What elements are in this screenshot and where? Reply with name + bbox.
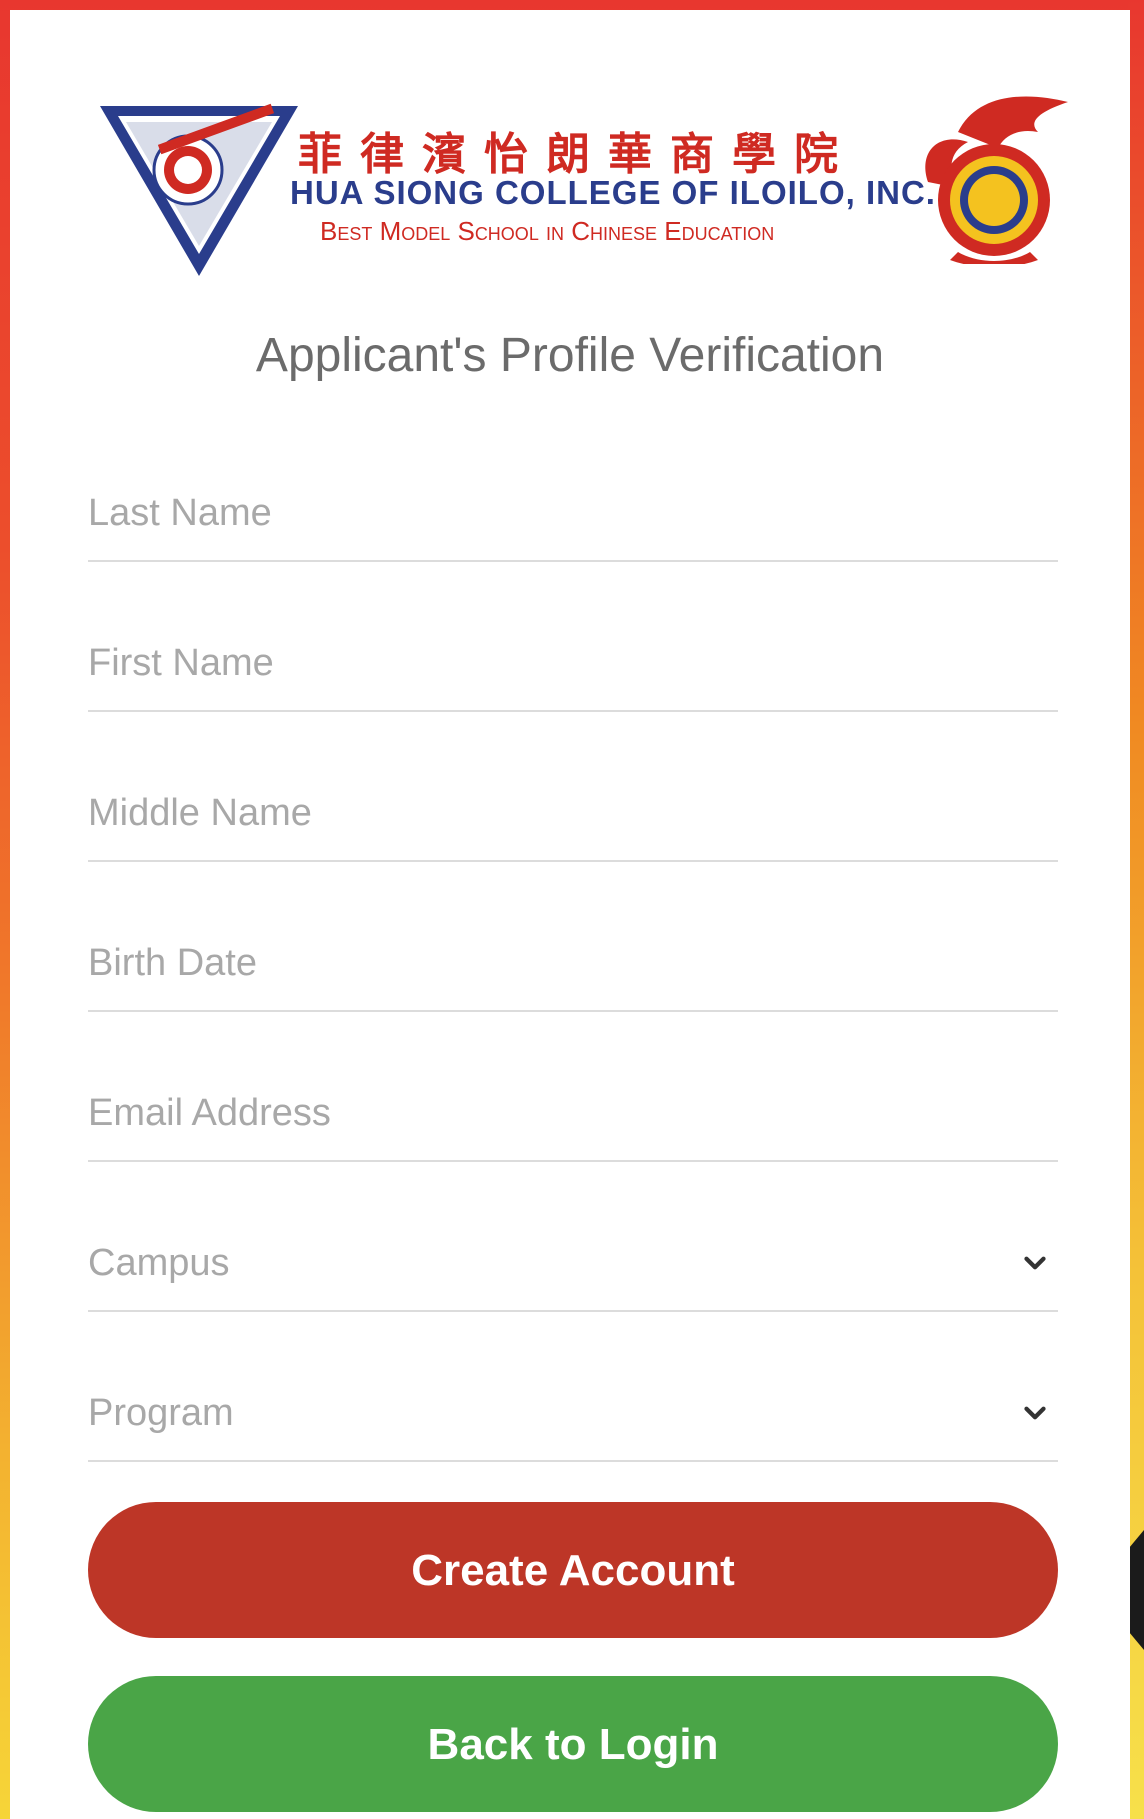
chevron-down-icon[interactable]: [1018, 1396, 1052, 1430]
registration-card: 菲律濱怡朗華商學院 HUA SIONG COLLEGE OF ILOILO, I…: [10, 10, 1130, 1819]
birth-date-field: [88, 920, 1058, 1012]
first-name-field: [88, 620, 1058, 712]
program-input[interactable]: [88, 1370, 988, 1456]
email-input[interactable]: [88, 1070, 988, 1156]
school-name-english: HUA SIONG COLLEGE OF ILOILO, INC.: [290, 174, 936, 211]
program-select[interactable]: [88, 1370, 1058, 1462]
birth-date-input[interactable]: [88, 920, 988, 1006]
phoenix-seal-logo: [925, 96, 1068, 264]
school-tagline: Best Model School in Chinese Education: [320, 216, 775, 246]
school-header: 菲律濱怡朗華商學院 HUA SIONG COLLEGE OF ILOILO, I…: [88, 92, 1068, 276]
email-field: [88, 1070, 1058, 1162]
campus-select[interactable]: [88, 1220, 1058, 1312]
middle-name-input[interactable]: [88, 770, 988, 856]
back-to-login-button[interactable]: Back to Login: [88, 1676, 1058, 1812]
last-name-input[interactable]: [88, 470, 988, 556]
school-name-chinese: 菲律濱怡朗華商學院: [298, 129, 856, 180]
school-emblem-logo: [100, 103, 298, 276]
last-name-field: [88, 470, 1058, 562]
first-name-input[interactable]: [88, 620, 988, 706]
middle-name-field: [88, 770, 1058, 862]
chevron-down-icon[interactable]: [1018, 1246, 1052, 1280]
create-account-button[interactable]: Create Account: [88, 1502, 1058, 1638]
page-title: Applicant's Profile Verification: [255, 329, 885, 382]
campus-input[interactable]: [88, 1220, 988, 1306]
